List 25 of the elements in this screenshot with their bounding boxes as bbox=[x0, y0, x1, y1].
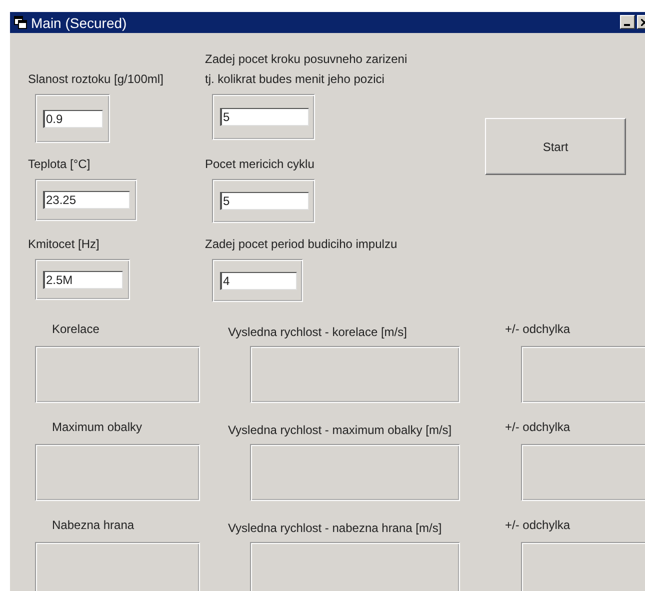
input-field[interactable]: 5 bbox=[220, 108, 309, 126]
window-title: Main (Secured) bbox=[31, 14, 127, 30]
speed-label: Vysledna rychlost - nabezna hrana [m/s] bbox=[228, 521, 442, 535]
method-label: Maximum obalky bbox=[52, 420, 142, 434]
minimize-button[interactable] bbox=[620, 15, 635, 29]
field-label: Kmitocet [Hz] bbox=[28, 236, 100, 253]
field-label: Zadej pocet period budiciho impulzu bbox=[205, 236, 398, 253]
method-label: Korelace bbox=[52, 322, 100, 336]
input-field[interactable]: 4 bbox=[220, 272, 297, 290]
input-field[interactable]: 2.5M bbox=[43, 270, 123, 288]
method-label: Nabezna hrana bbox=[52, 518, 134, 532]
field-label: Slanost roztoku [g/100ml] bbox=[28, 71, 164, 88]
input-field[interactable]: 5 bbox=[220, 192, 309, 210]
input-field[interactable]: 23.25 bbox=[43, 191, 130, 209]
start-button[interactable]: Start bbox=[485, 118, 626, 175]
input-field[interactable]: 0.9 bbox=[43, 110, 103, 128]
speed-label: Vysledna rychlost - korelace [m/s] bbox=[228, 325, 407, 339]
window-icon bbox=[14, 16, 27, 29]
deviation-label: +/- odchylka bbox=[505, 322, 570, 336]
field-label: Zadej pocet kroku posuvneho zarizeni tj. kolikrat budes menit jeho pozici bbox=[205, 51, 408, 88]
deviation-label: +/- odchylka bbox=[505, 518, 570, 532]
field-label: Teplota [°C] bbox=[28, 156, 92, 173]
speed-label: Vysledna rychlost - maximum obalky [m/s] bbox=[228, 423, 452, 437]
deviation-label: +/- odchylka bbox=[505, 420, 570, 434]
field-label: Pocet mericich cyklu bbox=[205, 156, 316, 173]
